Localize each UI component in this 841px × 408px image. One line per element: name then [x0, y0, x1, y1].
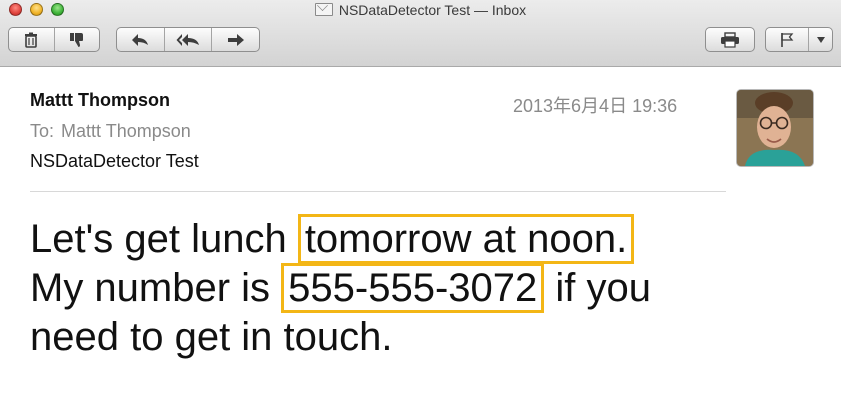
reply-all-button[interactable] [163, 28, 212, 51]
sender-name: Mattt Thompson [30, 90, 170, 110]
mail-window: NSDataDetector Test — Inbox Mattt Thomps… [0, 0, 841, 408]
header-divider [30, 191, 726, 192]
message-body: Let's get lunch tomorrow at noon. My num… [30, 214, 820, 362]
flag-icon [781, 32, 794, 47]
body-text-line2: My number is [30, 266, 282, 310]
window-title: NSDataDetector Test — Inbox [338, 2, 527, 18]
flag-menu-button[interactable] [808, 28, 832, 51]
thumbs-down-icon [69, 32, 83, 47]
trash-icon [25, 32, 38, 48]
detected-phone-link[interactable]: 555-555-3072 [281, 263, 545, 313]
delete-junk-group [8, 27, 100, 52]
chevron-down-icon [816, 36, 825, 43]
reply-arrow-icon [132, 33, 149, 46]
flag-group [765, 27, 833, 52]
print-button[interactable] [706, 28, 754, 51]
reply-group [116, 27, 260, 52]
junk-button[interactable] [53, 28, 100, 51]
body-text-line2-suffix: if you [544, 266, 651, 310]
message-subject: NSDataDetector Test [30, 151, 199, 171]
forward-button[interactable] [211, 28, 259, 51]
to-label: To: [30, 121, 55, 141]
reply-button[interactable] [117, 28, 164, 51]
print-group [705, 27, 755, 52]
body-text-line1: Let's get lunch [30, 217, 298, 261]
detected-date-link[interactable]: tomorrow at noon. [297, 214, 635, 264]
recipient-name[interactable]: Mattt Thompson [61, 121, 191, 141]
delete-button[interactable] [9, 28, 54, 51]
avatar [737, 90, 813, 166]
printer-icon [721, 31, 739, 48]
reply-all-arrows-icon [176, 33, 199, 46]
envelope-icon [314, 3, 333, 16]
flag-button[interactable] [766, 28, 808, 51]
recipient-row: To: Mattt Thompson [30, 121, 191, 142]
body-text-line3: need to get in touch. [30, 315, 393, 359]
toolbar: NSDataDetector Test — Inbox [0, 0, 841, 67]
message-date: 2013年6月4日 19:36 [513, 96, 678, 116]
window-title-bar: NSDataDetector Test — Inbox [0, 0, 841, 20]
forward-arrow-icon [227, 33, 244, 46]
